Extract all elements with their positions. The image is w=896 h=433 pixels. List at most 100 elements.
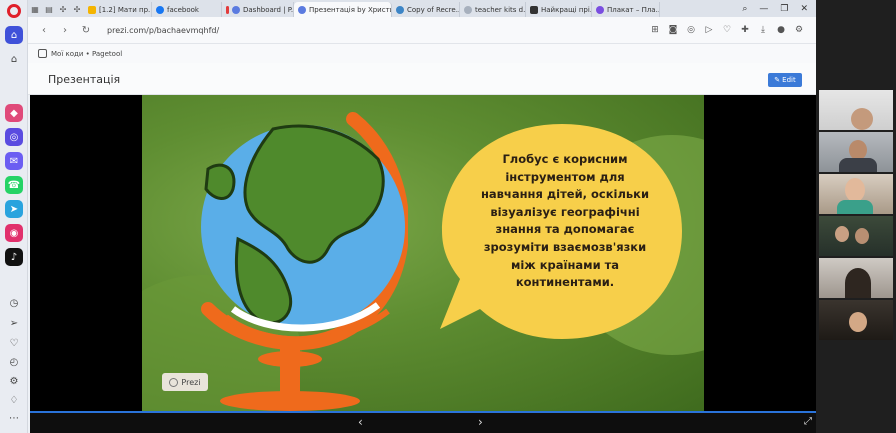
tab-2[interactable]: Dashboard | P... bbox=[222, 2, 294, 17]
aria-icon[interactable]: ◆ bbox=[5, 104, 23, 122]
profile-icon[interactable]: ● bbox=[776, 25, 786, 35]
screen: ⌂ ⌂ ◆ ◎ ✉ ☎ ➤ ◉ ♪ ◷ ➢ ♡ ◴ ⚙ ♢ ⋯ ▦ ▤ ✣ ✣ … bbox=[0, 0, 896, 433]
slide-text-line: інструментом для bbox=[505, 169, 625, 184]
tab-0[interactable]: [1.2] Мати пр... bbox=[84, 2, 152, 17]
home-icon[interactable]: ⌂ bbox=[8, 54, 20, 66]
tab-favicon bbox=[88, 5, 96, 14]
participant-face bbox=[835, 226, 849, 242]
participant-hair bbox=[845, 268, 871, 298]
prezi-logo-icon bbox=[169, 377, 179, 387]
tab-7[interactable]: Плакат – Пла... bbox=[592, 2, 660, 17]
tiktok-icon[interactable]: ♪ bbox=[5, 248, 23, 266]
participant-video[interactable] bbox=[819, 258, 893, 298]
participant-body bbox=[837, 200, 873, 214]
maximize-icon[interactable]: ❐ bbox=[780, 4, 788, 14]
close-icon[interactable]: ✕ bbox=[800, 4, 808, 14]
tab-4[interactable]: Copy of Recre... bbox=[392, 2, 460, 17]
tab-1[interactable]: facebook bbox=[152, 2, 222, 17]
browser-window: ⌂ ⌂ ◆ ◎ ✉ ☎ ➤ ◉ ♪ ◷ ➢ ♡ ◴ ⚙ ♢ ⋯ ▦ ▤ ✣ ✣ … bbox=[0, 0, 816, 433]
tab-strip: ▦ ▤ ✣ ✣ [1.2] Мати пр... facebook Dashbo… bbox=[28, 0, 816, 17]
fullscreen-icon[interactable]: ⤢ bbox=[804, 416, 812, 427]
opera-logo-icon[interactable] bbox=[7, 4, 21, 18]
viewer-controls: ‹ › ⤢ bbox=[30, 411, 816, 433]
slide-text-line: континентами. bbox=[515, 275, 615, 290]
slide-text-line: візуалізує географічні bbox=[490, 204, 640, 219]
tab-label: Copy of Recre... bbox=[407, 5, 460, 14]
edit-button[interactable]: ✎ Edit bbox=[768, 73, 802, 87]
participant-video[interactable] bbox=[819, 300, 893, 340]
player-icon[interactable]: ◷ bbox=[8, 298, 20, 310]
address-bar[interactable]: prezi.com/p/bachaevmqhfd/ bbox=[107, 26, 219, 35]
extension-icon[interactable]: ✚ bbox=[740, 25, 750, 35]
heart-icon[interactable]: ♡ bbox=[722, 25, 732, 35]
pinned-tab-icon[interactable]: ✣ bbox=[56, 2, 70, 17]
participant-face bbox=[845, 178, 865, 202]
tab-islands-icon[interactable]: ▦ bbox=[28, 2, 42, 17]
slide: Глобус є корисним інструментом для навча… bbox=[142, 95, 704, 411]
back-icon[interactable]: ‹ bbox=[38, 25, 50, 36]
translate-icon[interactable]: ⊞ bbox=[650, 25, 660, 35]
bookmarks-bar: Мої коди • Pagetool bbox=[28, 43, 816, 63]
search-icon[interactable]: ⌕ bbox=[742, 4, 747, 14]
workspace-icon[interactable]: ⌂ bbox=[5, 26, 23, 44]
messenger-icon[interactable]: ✉ bbox=[5, 152, 23, 170]
tab-label: Плакат – Пла... bbox=[607, 5, 660, 14]
history-icon[interactable]: ◴ bbox=[8, 357, 20, 369]
chatgpt-icon[interactable]: ◎ bbox=[5, 128, 23, 146]
toolbar-icons: ⊞ ◙ ◎ ▷ ♡ ✚ ⤓ ● ⚙ bbox=[650, 25, 816, 35]
participant-video[interactable] bbox=[819, 216, 893, 256]
participant-face bbox=[855, 228, 869, 244]
tab-label: Найкращі прі... bbox=[541, 5, 592, 14]
tab-favicon bbox=[298, 5, 306, 14]
pin-icon[interactable]: ♢ bbox=[8, 395, 20, 407]
instagram-icon[interactable]: ◉ bbox=[5, 224, 23, 242]
reload-icon[interactable]: ↻ bbox=[80, 25, 92, 36]
page-title: Презентація bbox=[48, 73, 121, 86]
forward-icon[interactable]: › bbox=[59, 25, 71, 36]
facebook-icon bbox=[156, 5, 164, 14]
next-slide-icon[interactable]: › bbox=[478, 415, 483, 429]
globe-stand-collar bbox=[258, 351, 322, 367]
tab-3[interactable]: Презентація by Христи... bbox=[294, 2, 392, 17]
tab-label: [1.2] Мати пр... bbox=[99, 5, 152, 14]
send-icon[interactable]: ➢ bbox=[8, 318, 20, 330]
opera-sidebar: ⌂ ⌂ ◆ ◎ ✉ ☎ ➤ ◉ ♪ ◷ ➢ ♡ ◴ ⚙ ♢ ⋯ bbox=[0, 0, 28, 433]
participant-video[interactable] bbox=[819, 90, 893, 130]
pinned-tab-icon[interactable]: ✣ bbox=[70, 2, 84, 17]
participant-video[interactable] bbox=[819, 132, 893, 172]
presentation-viewer: Глобус є корисним інструментом для навча… bbox=[30, 95, 816, 433]
easy-setup-icon[interactable]: ⚙ bbox=[794, 25, 804, 35]
bookmark-folder-icon bbox=[38, 49, 47, 58]
telegram-icon[interactable]: ➤ bbox=[5, 200, 23, 218]
whatsapp-icon[interactable]: ☎ bbox=[5, 176, 23, 194]
prezi-badge-label: Prezi bbox=[181, 377, 201, 387]
participant-face bbox=[849, 140, 867, 160]
edit-label: Edit bbox=[782, 76, 796, 84]
bookmark-item[interactable]: Мої коди • Pagetool bbox=[51, 50, 122, 58]
globe-illustration bbox=[201, 112, 408, 411]
tab-label: Презентація by Христи... bbox=[309, 5, 392, 14]
slide-text-line: зрозуміти взаємозв'язки bbox=[483, 239, 647, 254]
slide-text: Глобус є корисним інструментом для навча… bbox=[472, 151, 658, 292]
download-icon[interactable]: ⤓ bbox=[758, 25, 768, 35]
heart-icon[interactable]: ♡ bbox=[8, 338, 20, 350]
participant-face bbox=[849, 312, 867, 332]
tab-5[interactable]: teacher kits d... bbox=[460, 2, 526, 17]
settings-icon[interactable]: ⚙ bbox=[8, 376, 20, 388]
participant-face bbox=[851, 108, 873, 130]
tab-label: teacher kits d... bbox=[475, 5, 526, 14]
more-icon[interactable]: ⋯ bbox=[8, 413, 20, 425]
tab-favicon bbox=[464, 5, 472, 14]
minimize-icon[interactable]: — bbox=[759, 4, 768, 14]
tab-label: Dashboard | P... bbox=[243, 5, 294, 14]
play-icon[interactable]: ▷ bbox=[704, 25, 714, 35]
page-header: Презентація ✎ Edit bbox=[28, 63, 816, 95]
prezi-badge[interactable]: Prezi bbox=[162, 373, 208, 391]
participant-video[interactable] bbox=[819, 174, 893, 214]
camera-icon[interactable]: ◙ bbox=[668, 25, 678, 35]
pinned-tab-icon[interactable]: ▤ bbox=[42, 2, 56, 17]
vpn-icon[interactable]: ◎ bbox=[686, 25, 696, 35]
tab-favicon bbox=[396, 5, 404, 14]
tab-6[interactable]: Найкращі прі... bbox=[526, 2, 592, 17]
previous-slide-icon[interactable]: ‹ bbox=[358, 415, 363, 429]
